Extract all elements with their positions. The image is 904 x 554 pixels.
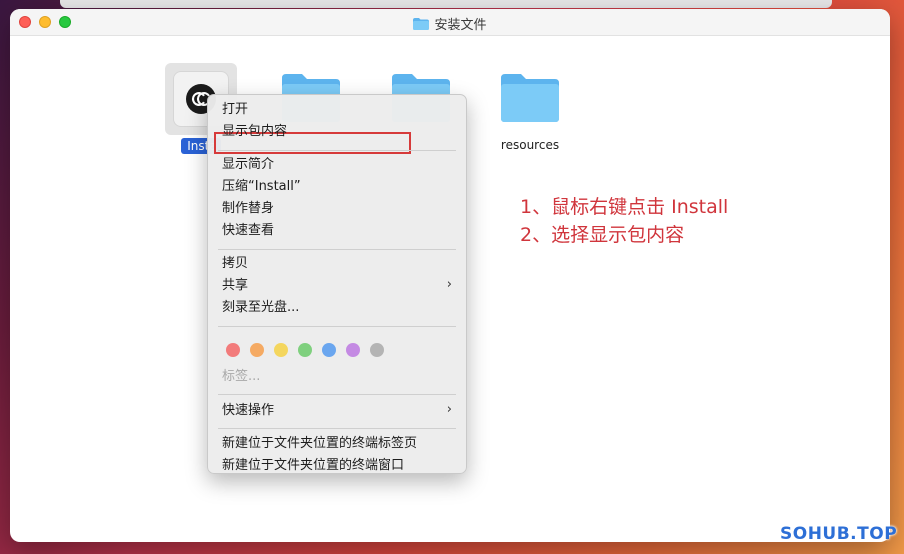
folder-icon (413, 17, 430, 30)
menu-item-share[interactable]: 共享 (222, 277, 452, 295)
menu-separator (218, 249, 456, 250)
menu-item-open[interactable]: 打开 (222, 101, 248, 119)
resources-folder-label[interactable]: resources (480, 138, 580, 152)
window-title-text: 安装文件 (434, 18, 487, 33)
tag-yellow[interactable] (274, 343, 288, 357)
chevron-right-icon: › (446, 402, 452, 417)
menu-item-make-alias[interactable]: 制作替身 (222, 200, 274, 218)
menu-item-new-terminal-window[interactable]: 新建位于文件夹位置的终端窗口 (222, 457, 404, 475)
menu-item-quick-actions[interactable]: 快速操作 (222, 402, 274, 420)
menu-item-show-package-contents[interactable]: 显示包内容 (222, 123, 287, 141)
tag-red[interactable] (226, 343, 240, 357)
menu-item-new-terminal-tab[interactable]: 新建位于文件夹位置的终端标签页 (222, 435, 417, 453)
title-bar: 安装文件 (10, 9, 890, 36)
tag-orange[interactable] (250, 343, 264, 357)
annotation-line-1: 1、鼠标右键点击 Install (520, 196, 729, 218)
tag-gray[interactable] (370, 343, 384, 357)
menu-separator (218, 326, 456, 327)
context-menu: 打开 显示包内容 显示简介 压缩“Install” 制作替身 快速查看 拷贝 共… (207, 94, 467, 474)
menu-item-share-label: 共享 (222, 278, 249, 293)
annotation-text: 1、鼠标右键点击 Install 2、选择显示包内容 (520, 193, 728, 249)
background-window (60, 0, 832, 8)
resources-folder-item[interactable] (499, 72, 561, 124)
menu-item-tags[interactable]: 标签... (222, 368, 260, 386)
window-title: 安装文件 (10, 14, 890, 33)
chevron-right-icon: › (446, 277, 452, 292)
watermark: SOHUB.TOP (780, 524, 898, 544)
menu-item-quick-look[interactable]: 快速查看 (222, 222, 274, 240)
tag-green[interactable] (298, 343, 312, 357)
menu-item-get-info[interactable]: 显示简介 (222, 156, 274, 174)
menu-item-compress[interactable]: 压缩“Install” (222, 178, 301, 196)
tag-purple[interactable] (346, 343, 360, 357)
folder-icon (501, 74, 559, 122)
menu-item-copy[interactable]: 拷贝 (222, 255, 248, 273)
tag-color-row (226, 343, 384, 357)
menu-separator (218, 428, 456, 429)
annotation-line-2: 2、选择显示包内容 (520, 224, 685, 246)
tag-blue[interactable] (322, 343, 336, 357)
menu-item-burn[interactable]: 刻录至光盘... (222, 299, 299, 317)
menu-separator (218, 150, 456, 151)
finder-window: 安装文件 Insta resources 打开 显示包内容 显示简介 压缩“In… (10, 9, 890, 542)
menu-separator (218, 394, 456, 395)
